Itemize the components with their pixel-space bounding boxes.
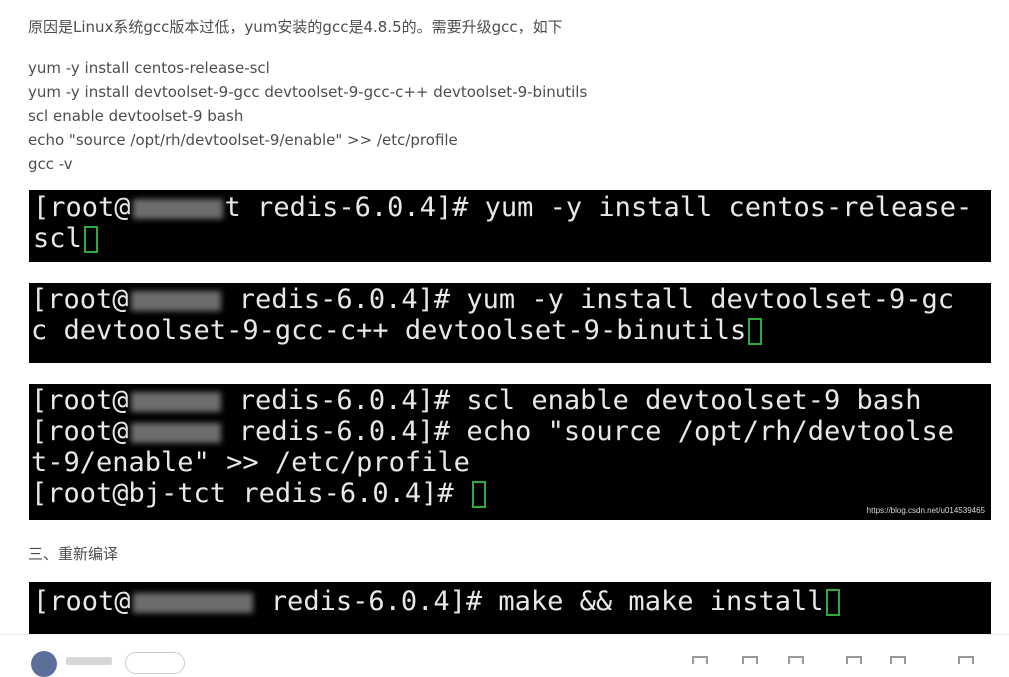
command-text: scl — [33, 223, 82, 254]
command-line: yum -y install devtoolset-9-gcc devtools… — [28, 83, 588, 101]
prompt-text: [root@ — [31, 284, 129, 315]
cursor-icon — [83, 226, 98, 253]
command-text: redis-6.0.4]# echo "source /opt/rh/devto… — [222, 416, 955, 447]
cursor-icon — [471, 481, 486, 508]
like-icon[interactable] — [692, 656, 708, 664]
menu-icon[interactable] — [958, 656, 974, 664]
prompt-text: redis-6.0.4]# — [222, 284, 467, 315]
terminal-line: [root@ redis-6.0.4]# scl enable devtools… — [31, 385, 989, 416]
terminal-screenshot-1: [root@ t redis-6.0.4]# yum -y install cen… — [29, 190, 991, 262]
redacted-hostname — [130, 290, 221, 311]
command-line: scl enable devtoolset-9 bash — [28, 107, 244, 125]
cursor-icon — [825, 589, 840, 616]
terminal-line: [root@ redis-6.0.4]# make && make instal… — [33, 586, 987, 617]
terminal-line: [root@bj-tct redis-6.0.4]# — [31, 478, 989, 509]
redacted-hostname — [132, 198, 223, 219]
section-heading: 三、重新编译 — [28, 545, 119, 563]
terminal-line: [root@ t redis-6.0.4]# yum -y install cen… — [33, 192, 987, 223]
terminal-screenshot-2: [root@ redis-6.0.4]# yum -y install devt… — [29, 283, 991, 363]
terminal-line: [root@ redis-6.0.4]# echo "source /opt/r… — [31, 416, 989, 447]
terminal-line: t-9/enable" >> /etc/profile — [31, 447, 470, 478]
command-line: yum -y install centos-release-scl — [28, 59, 270, 77]
comment-icon[interactable] — [742, 656, 758, 664]
prompt-text: [root@ — [33, 192, 131, 223]
prompt-text: t redis-6.0.4]# — [224, 192, 485, 223]
author-avatar[interactable] — [31, 651, 57, 677]
prompt-text: [root@ — [31, 416, 129, 447]
command-text: yum -y install centos-release- — [484, 192, 973, 223]
author-name[interactable] — [66, 657, 112, 665]
follow-button[interactable] — [125, 652, 185, 674]
command-text: make && make install — [498, 586, 824, 617]
more-icon[interactable] — [890, 656, 906, 664]
command-text: c devtoolset-9-gcc-c++ devtoolset-9-binu… — [31, 315, 747, 346]
collect-icon[interactable] — [788, 656, 804, 664]
prompt-text: [root@bj-tct redis-6.0.4]# — [31, 478, 470, 509]
prompt-text: redis-6.0.4]# — [254, 586, 499, 617]
watermark: https://blog.csdn.net/u014539465 — [866, 506, 985, 515]
redacted-hostname — [132, 592, 253, 613]
terminal-line: [root@ redis-6.0.4]# yum -y install devt… — [31, 284, 989, 315]
command-line: echo "source /opt/rh/devtoolset-9/enable… — [28, 131, 458, 149]
author-toolbar — [0, 634, 1009, 677]
terminal-screenshot-3: [root@ redis-6.0.4]# scl enable devtools… — [29, 384, 991, 520]
share-icon[interactable] — [846, 656, 862, 664]
terminal-line: c devtoolset-9-gcc-c++ devtoolset-9-binu… — [31, 315, 989, 346]
command-text: redis-6.0.4]# scl enable devtoolset-9 ba… — [222, 385, 922, 416]
cursor-icon — [748, 318, 763, 345]
redacted-hostname — [130, 422, 221, 443]
command-list: yum -y install centos-release-scl yum -y… — [28, 56, 587, 176]
command-line: gcc -v — [28, 155, 73, 173]
redacted-hostname — [130, 391, 221, 412]
prompt-text: [root@ — [33, 586, 131, 617]
intro-paragraph: 原因是Linux系统gcc版本过低，yum安装的gcc是4.8.5的。需要升级g… — [28, 18, 563, 36]
command-text: yum -y install devtoolset-9-gc — [466, 284, 955, 315]
terminal-screenshot-4: [root@ redis-6.0.4]# make && make instal… — [29, 582, 991, 634]
terminal-line: scl — [33, 223, 987, 254]
prompt-text: [root@ — [31, 385, 129, 416]
